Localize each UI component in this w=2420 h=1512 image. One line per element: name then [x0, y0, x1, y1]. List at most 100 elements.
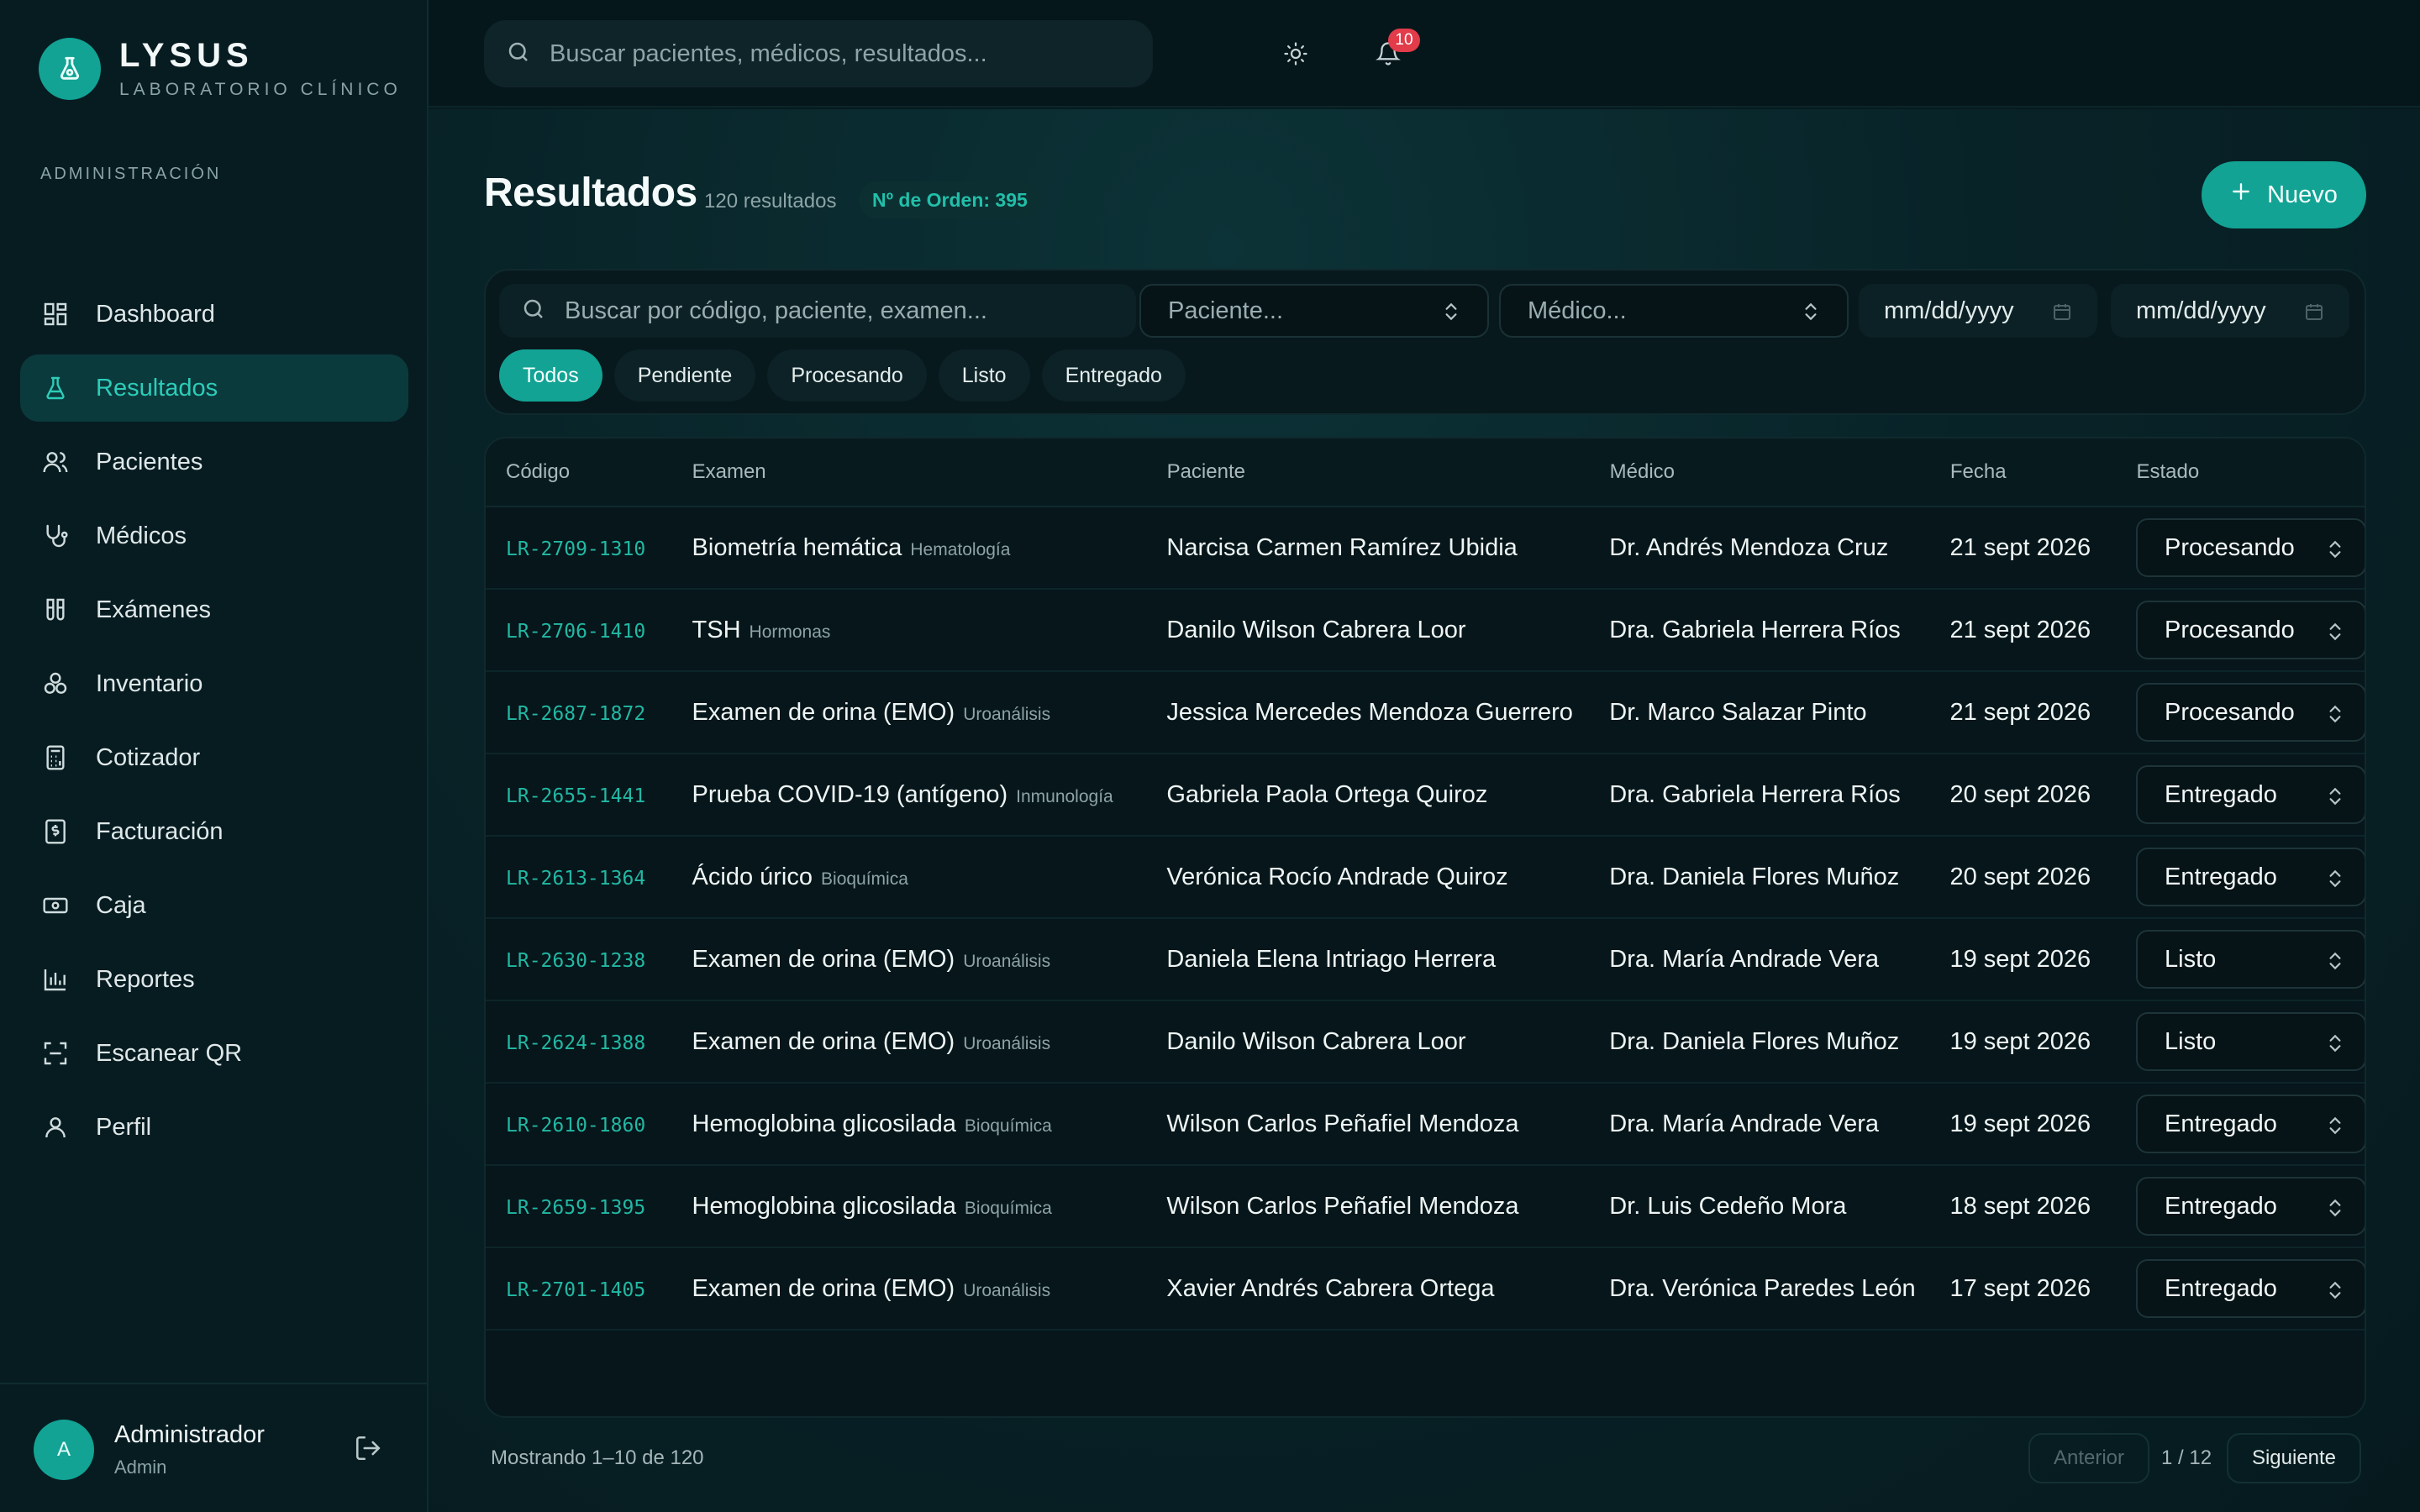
next-page-button[interactable]: Siguiente — [2227, 1433, 2361, 1483]
global-search-input[interactable]: Buscar pacientes, médicos, resultados... — [484, 20, 1153, 87]
sidebar-item-reportes[interactable]: Reportes — [20, 946, 408, 1013]
date-to-input[interactable]: mm/dd/yyyy — [2111, 284, 2349, 338]
doctor-name: Dra. Gabriela Herrera Ríos — [1609, 616, 1901, 643]
date-from-value: mm/dd/yyyy — [1884, 297, 2014, 324]
table-row[interactable]: LR-2655-1441 Prueba COVID-19 (antígeno) In… — [486, 754, 2365, 837]
exam-name: Examen de orina (EMO) — [692, 1027, 955, 1055]
result-date: 19 sept 2026 — [1949, 1027, 2091, 1055]
result-code-link[interactable]: LR-2624-1388 — [506, 1032, 645, 1054]
sidebar-item-escanear-qr[interactable]: Escanear QR — [20, 1020, 408, 1087]
sidebar-item-label: Escanear QR — [96, 1039, 243, 1067]
chip-listo[interactable]: Listo — [938, 349, 1030, 402]
previous-page-button[interactable]: Anterior — [2028, 1433, 2149, 1483]
table-row[interactable]: LR-2610-1860 Hemoglobina glicosilada Bioqu… — [486, 1084, 2365, 1166]
chip-pendiente[interactable]: Pendiente — [613, 349, 756, 402]
sidebar-item-pacientes[interactable]: Pacientes — [20, 428, 408, 496]
patient-name: Wilson Carlos Peñafiel Mendoza — [1166, 1192, 1519, 1220]
chevron-updown-icon — [2324, 1115, 2346, 1143]
state-select[interactable]: Procesando — [2136, 518, 2365, 577]
sidebar-item-examenes[interactable]: Exámenes — [20, 576, 408, 643]
exam-category: Bioquímica — [964, 1116, 1052, 1136]
chevron-updown-icon — [2324, 868, 2346, 896]
sidebar-item-facturacion[interactable]: Facturación — [20, 798, 408, 865]
result-code-link[interactable]: LR-2706-1410 — [506, 621, 645, 643]
chevron-updown-icon — [1800, 301, 1822, 329]
state-select[interactable]: Entregado — [2136, 1095, 2365, 1153]
table-row[interactable]: LR-2687-1872 Examen de orina (EMO) Uroanál… — [486, 672, 2365, 754]
result-code-link[interactable]: LR-2659-1395 — [506, 1197, 645, 1219]
result-code-link[interactable]: LR-2630-1238 — [506, 950, 645, 972]
state-select[interactable]: Procesando — [2136, 683, 2365, 742]
chip-procesando[interactable]: Procesando — [767, 349, 927, 402]
result-date: 20 sept 2026 — [1949, 863, 2091, 890]
exam-category: Hormonas — [749, 622, 831, 642]
table-row[interactable]: LR-2701-1405 Examen de orina (EMO) Uroanál… — [486, 1248, 2365, 1331]
state-select[interactable]: Entregado — [2136, 765, 2365, 824]
new-result-button[interactable]: Nuevo — [2202, 161, 2366, 228]
table-row[interactable]: LR-2630-1238 Examen de orina (EMO) Uroanál… — [486, 919, 2365, 1001]
pagination-info: Mostrando 1–10 de 120 — [491, 1446, 704, 1469]
table-row[interactable]: LR-2709-1310 Biometría hemática Hematologí… — [486, 507, 2365, 590]
logout-icon[interactable] — [351, 1431, 385, 1465]
user-icon — [40, 1112, 71, 1142]
theme-toggle-sun-icon[interactable] — [1279, 37, 1313, 71]
result-date: 17 sept 2026 — [1949, 1274, 2091, 1302]
sidebar-item-perfil[interactable]: Perfil — [20, 1094, 408, 1161]
doctor-name: Dra. Verónica Paredes León — [1609, 1274, 1916, 1302]
sidebar-item-medicos[interactable]: Médicos — [20, 502, 408, 570]
page-indicator: 1 / 12 — [2161, 1446, 2212, 1469]
column-header-code[interactable]: Código — [486, 460, 692, 484]
avatar[interactable]: A — [34, 1420, 94, 1480]
column-header-date[interactable]: Fecha — [1950, 460, 2137, 484]
calendar-icon[interactable] — [2304, 301, 2324, 328]
chip-todos[interactable]: Todos — [499, 349, 602, 402]
column-header-patient[interactable]: Paciente — [1167, 460, 1610, 484]
state-select[interactable]: Entregado — [2136, 1259, 2365, 1318]
calculator-icon — [40, 743, 71, 773]
state-select[interactable]: Procesando — [2136, 601, 2365, 659]
result-date: 21 sept 2026 — [1949, 698, 2091, 726]
calendar-icon[interactable] — [2052, 301, 2072, 328]
patient-name: Xavier Andrés Cabrera Ortega — [1166, 1274, 1495, 1302]
results-search-placeholder: Buscar por código, paciente, examen... — [565, 297, 987, 324]
result-code-link[interactable]: LR-2655-1441 — [506, 785, 645, 807]
state-select[interactable]: Listo — [2136, 1012, 2365, 1071]
result-code-link[interactable]: LR-2701-1405 — [506, 1279, 645, 1301]
date-from-input[interactable]: mm/dd/yyyy — [1859, 284, 2097, 338]
results-search-input[interactable]: Buscar por código, paciente, examen... — [499, 284, 1136, 338]
doctor-select[interactable]: Médico... — [1499, 284, 1849, 338]
users-icon — [40, 447, 71, 477]
brand-logo[interactable]: LYSUS LABORATORIO CLÍNICO — [39, 37, 402, 100]
sidebar-item-resultados[interactable]: Resultados — [20, 354, 408, 422]
doctor-select-placeholder: Médico... — [1528, 297, 1627, 324]
patient-name: Danilo Wilson Cabrera Loor — [1166, 616, 1466, 643]
patient-name: Wilson Carlos Peñafiel Mendoza — [1166, 1110, 1519, 1137]
sidebar-item-cotizador[interactable]: Cotizador — [20, 724, 408, 791]
state-value: Procesando — [2165, 533, 2295, 561]
table-row[interactable]: LR-2706-1410 TSH Hormonas Danilo Wilson Cab… — [486, 590, 2365, 672]
exam-category: Uroanálisis — [963, 1033, 1051, 1053]
table-row[interactable]: LR-2659-1395 Hemoglobina glicosilada Bioqu… — [486, 1166, 2365, 1248]
sidebar-item-dashboard[interactable]: Dashboard — [20, 281, 408, 348]
state-select[interactable]: Listo — [2136, 930, 2365, 989]
chip-entregado[interactable]: Entregado — [1041, 349, 1186, 402]
table-row[interactable]: LR-2624-1388 Examen de orina (EMO) Uroanál… — [486, 1001, 2365, 1084]
result-code-link[interactable]: LR-2610-1860 — [506, 1115, 645, 1137]
column-header-exam[interactable]: Examen — [692, 460, 1167, 484]
state-select[interactable]: Entregado — [2136, 1177, 2365, 1236]
sidebar-item-label: Dashboard — [96, 300, 215, 328]
date-to-value: mm/dd/yyyy — [2136, 297, 2266, 324]
state-select[interactable]: Entregado — [2136, 848, 2365, 906]
table-row[interactable]: LR-2613-1364 Ácido úrico Bioquímica Verónic… — [486, 837, 2365, 919]
result-code-link[interactable]: LR-2709-1310 — [506, 538, 645, 560]
patient-select[interactable]: Paciente... — [1139, 284, 1489, 338]
result-code-link[interactable]: LR-2613-1364 — [506, 868, 645, 890]
sidebar-item-inventario[interactable]: Inventario — [20, 650, 408, 717]
sidebar-item-caja[interactable]: Caja — [20, 872, 408, 939]
result-code-link[interactable]: LR-2687-1872 — [506, 703, 645, 725]
column-header-state[interactable]: Estado — [2136, 460, 2365, 484]
search-icon — [521, 297, 546, 326]
exam-category: Uroanálisis — [963, 1280, 1051, 1300]
notifications-bell-icon[interactable]: 10 — [1371, 29, 1420, 71]
column-header-doctor[interactable]: Médico — [1610, 460, 1950, 484]
